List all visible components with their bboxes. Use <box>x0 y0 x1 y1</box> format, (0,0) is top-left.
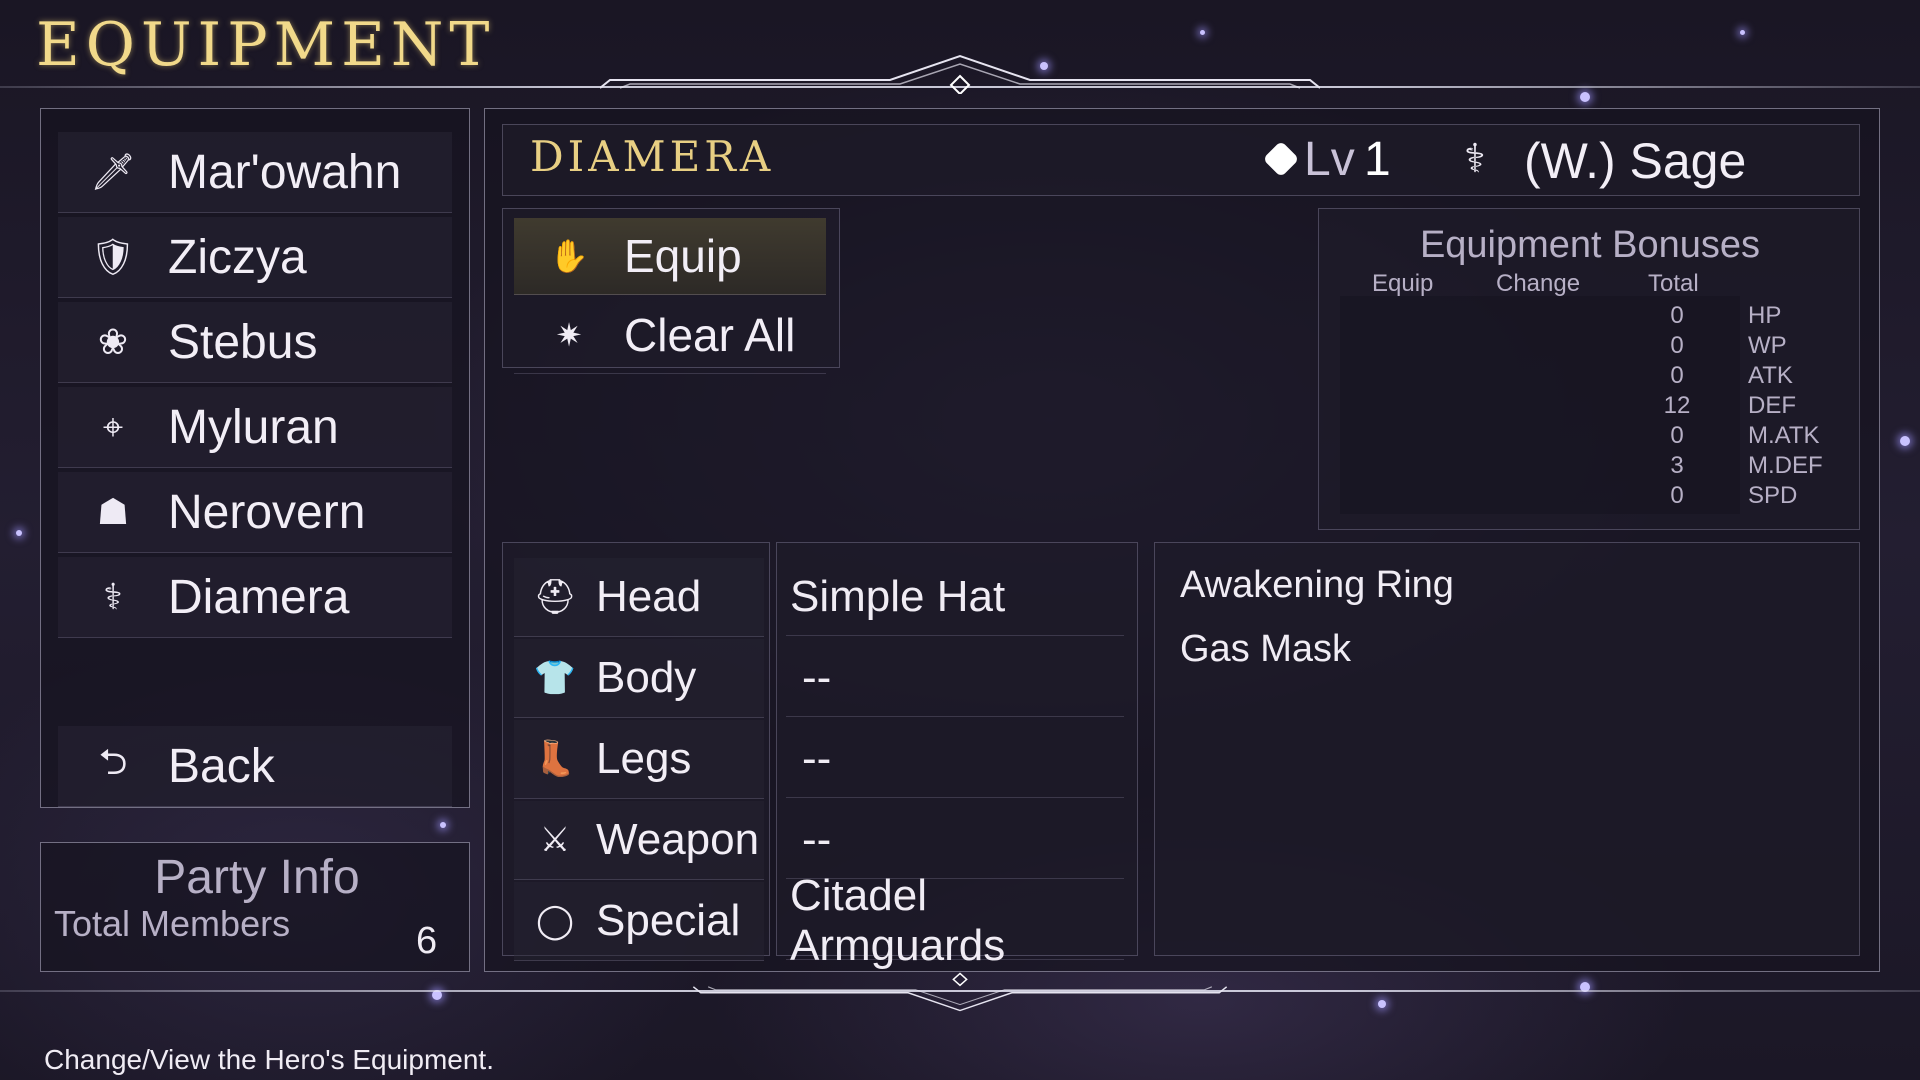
party-info-title: Party Info <box>154 851 360 904</box>
character-name: DIAMERA <box>530 132 775 181</box>
slot-weapon[interactable]: ⚔ Weapon <box>514 801 764 880</box>
roster-item-label: Ziczya <box>168 230 307 284</box>
roster-item-ziczya[interactable]: 🛡 Ziczya <box>58 217 452 298</box>
staff-icon: ⚕ <box>103 576 123 617</box>
roster-item-label: Mar'owahn <box>168 145 402 199</box>
roster-item-label: Stebus <box>168 315 318 369</box>
roster-item-label: Diamera <box>168 570 350 624</box>
total-members-label: Total Members <box>54 903 291 944</box>
roster-item-diamera[interactable]: ⚕ Diamera <box>58 557 452 638</box>
roster-item-stebus[interactable]: ❀ Stebus <box>58 302 452 383</box>
bonus-stat-mdef: M.DEF <box>1748 452 1823 479</box>
roster-item-label: Myluran <box>168 400 339 454</box>
slot-label: Legs <box>596 734 692 783</box>
bottom-ornament <box>692 972 1228 1012</box>
bonus-header-total: Total <box>1648 270 1699 297</box>
bonus-total-def: 12 <box>1663 392 1691 419</box>
bonus-total-spd: 0 <box>1670 482 1684 509</box>
bonus-stat-def: DEF <box>1748 392 1796 419</box>
inventory-item[interactable]: Gas Mask <box>1180 628 1351 671</box>
clear-all-button[interactable]: ✷ Clear All <box>514 297 826 374</box>
roster-item-myluran[interactable]: ⌖ Myluran <box>58 387 452 468</box>
slot-value-special[interactable]: Citadel Armguards <box>786 871 1124 970</box>
level-label: Lv <box>1304 133 1355 186</box>
inventory-item[interactable]: Awakening Ring <box>1180 564 1454 607</box>
hood-icon: ☗ <box>96 491 130 532</box>
bonus-stat-spd: SPD <box>1748 482 1798 509</box>
slot-special[interactable]: ◯ Special <box>514 882 764 961</box>
slot-label: Body <box>596 653 697 702</box>
bonus-total-atk: 0 <box>1670 362 1684 389</box>
bonus-header-equip: Equip <box>1372 270 1434 297</box>
slot-value-head[interactable]: Simple Hat <box>786 558 1124 636</box>
armor-icon: 👕 <box>533 659 577 697</box>
slot-legs[interactable]: 👢 Legs <box>514 720 764 799</box>
bonus-stat-matk: M.ATK <box>1748 422 1820 449</box>
crossed-swords-icon: ⚔ <box>539 821 571 859</box>
bonus-total-mdef: 3 <box>1670 452 1684 479</box>
level-value: 1 <box>1364 133 1391 186</box>
lotus-icon: ❀ <box>97 321 129 362</box>
slot-label: Head <box>596 572 702 621</box>
help-text: Change/View the Hero's Equipment. <box>44 1044 494 1075</box>
screen-title: EQUIPMENT <box>36 10 496 80</box>
bonus-stat-wp: WP <box>1748 332 1787 359</box>
slot-label: Special <box>596 896 741 945</box>
bonus-total-matk: 0 <box>1670 422 1684 449</box>
equipment-bonuses-title: Equipment Bonuses <box>1419 224 1761 266</box>
bonus-total-wp: 0 <box>1670 332 1684 359</box>
slot-body[interactable]: 👕 Body <box>514 639 764 718</box>
back-label: Back <box>168 739 275 793</box>
bonus-total-hp: 0 <box>1670 302 1684 329</box>
roster-item-label: Nerovern <box>168 485 366 539</box>
shield-icon: 🛡 <box>90 236 136 277</box>
bow-icon: ⌖ <box>102 405 124 447</box>
sword-icon: 🗡 <box>90 151 136 192</box>
equip-button[interactable]: ✋ Equip <box>514 218 826 295</box>
class-name: (W.) Sage <box>1524 133 1747 189</box>
slot-value-body[interactable]: -- <box>786 639 1124 717</box>
return-arrow-icon: ⮌ <box>98 740 128 782</box>
roster-item-nerovern[interactable]: ☗ Nerovern <box>58 472 452 553</box>
helmet-icon: ⛑ <box>533 578 577 616</box>
boot-icon: 👢 <box>533 740 577 778</box>
slot-label: Weapon <box>596 815 760 864</box>
slot-value-legs[interactable]: -- <box>786 720 1124 798</box>
slot-value-weapon[interactable]: -- <box>786 801 1124 879</box>
bonus-header-change: Change <box>1496 270 1581 297</box>
roster-item-marowahn[interactable]: 🗡 Mar'owahn <box>58 132 452 213</box>
bonus-stat-atk: ATK <box>1748 362 1793 389</box>
top-ornament <box>600 54 1320 94</box>
bonus-stat-hp: HP <box>1748 302 1782 329</box>
sparkle-icon: ✷ <box>555 317 583 353</box>
back-button[interactable]: ⮌ Back <box>58 726 452 807</box>
equip-label: Equip <box>624 230 742 282</box>
glove-icon: ✋ <box>549 238 589 274</box>
clear-all-label: Clear All <box>624 309 796 361</box>
total-members-count: 6 <box>416 920 438 962</box>
slot-head[interactable]: ⛑ Head <box>514 558 764 637</box>
staff-icon: ⚕ <box>1464 137 1486 181</box>
ring-icon: ◯ <box>535 902 575 940</box>
